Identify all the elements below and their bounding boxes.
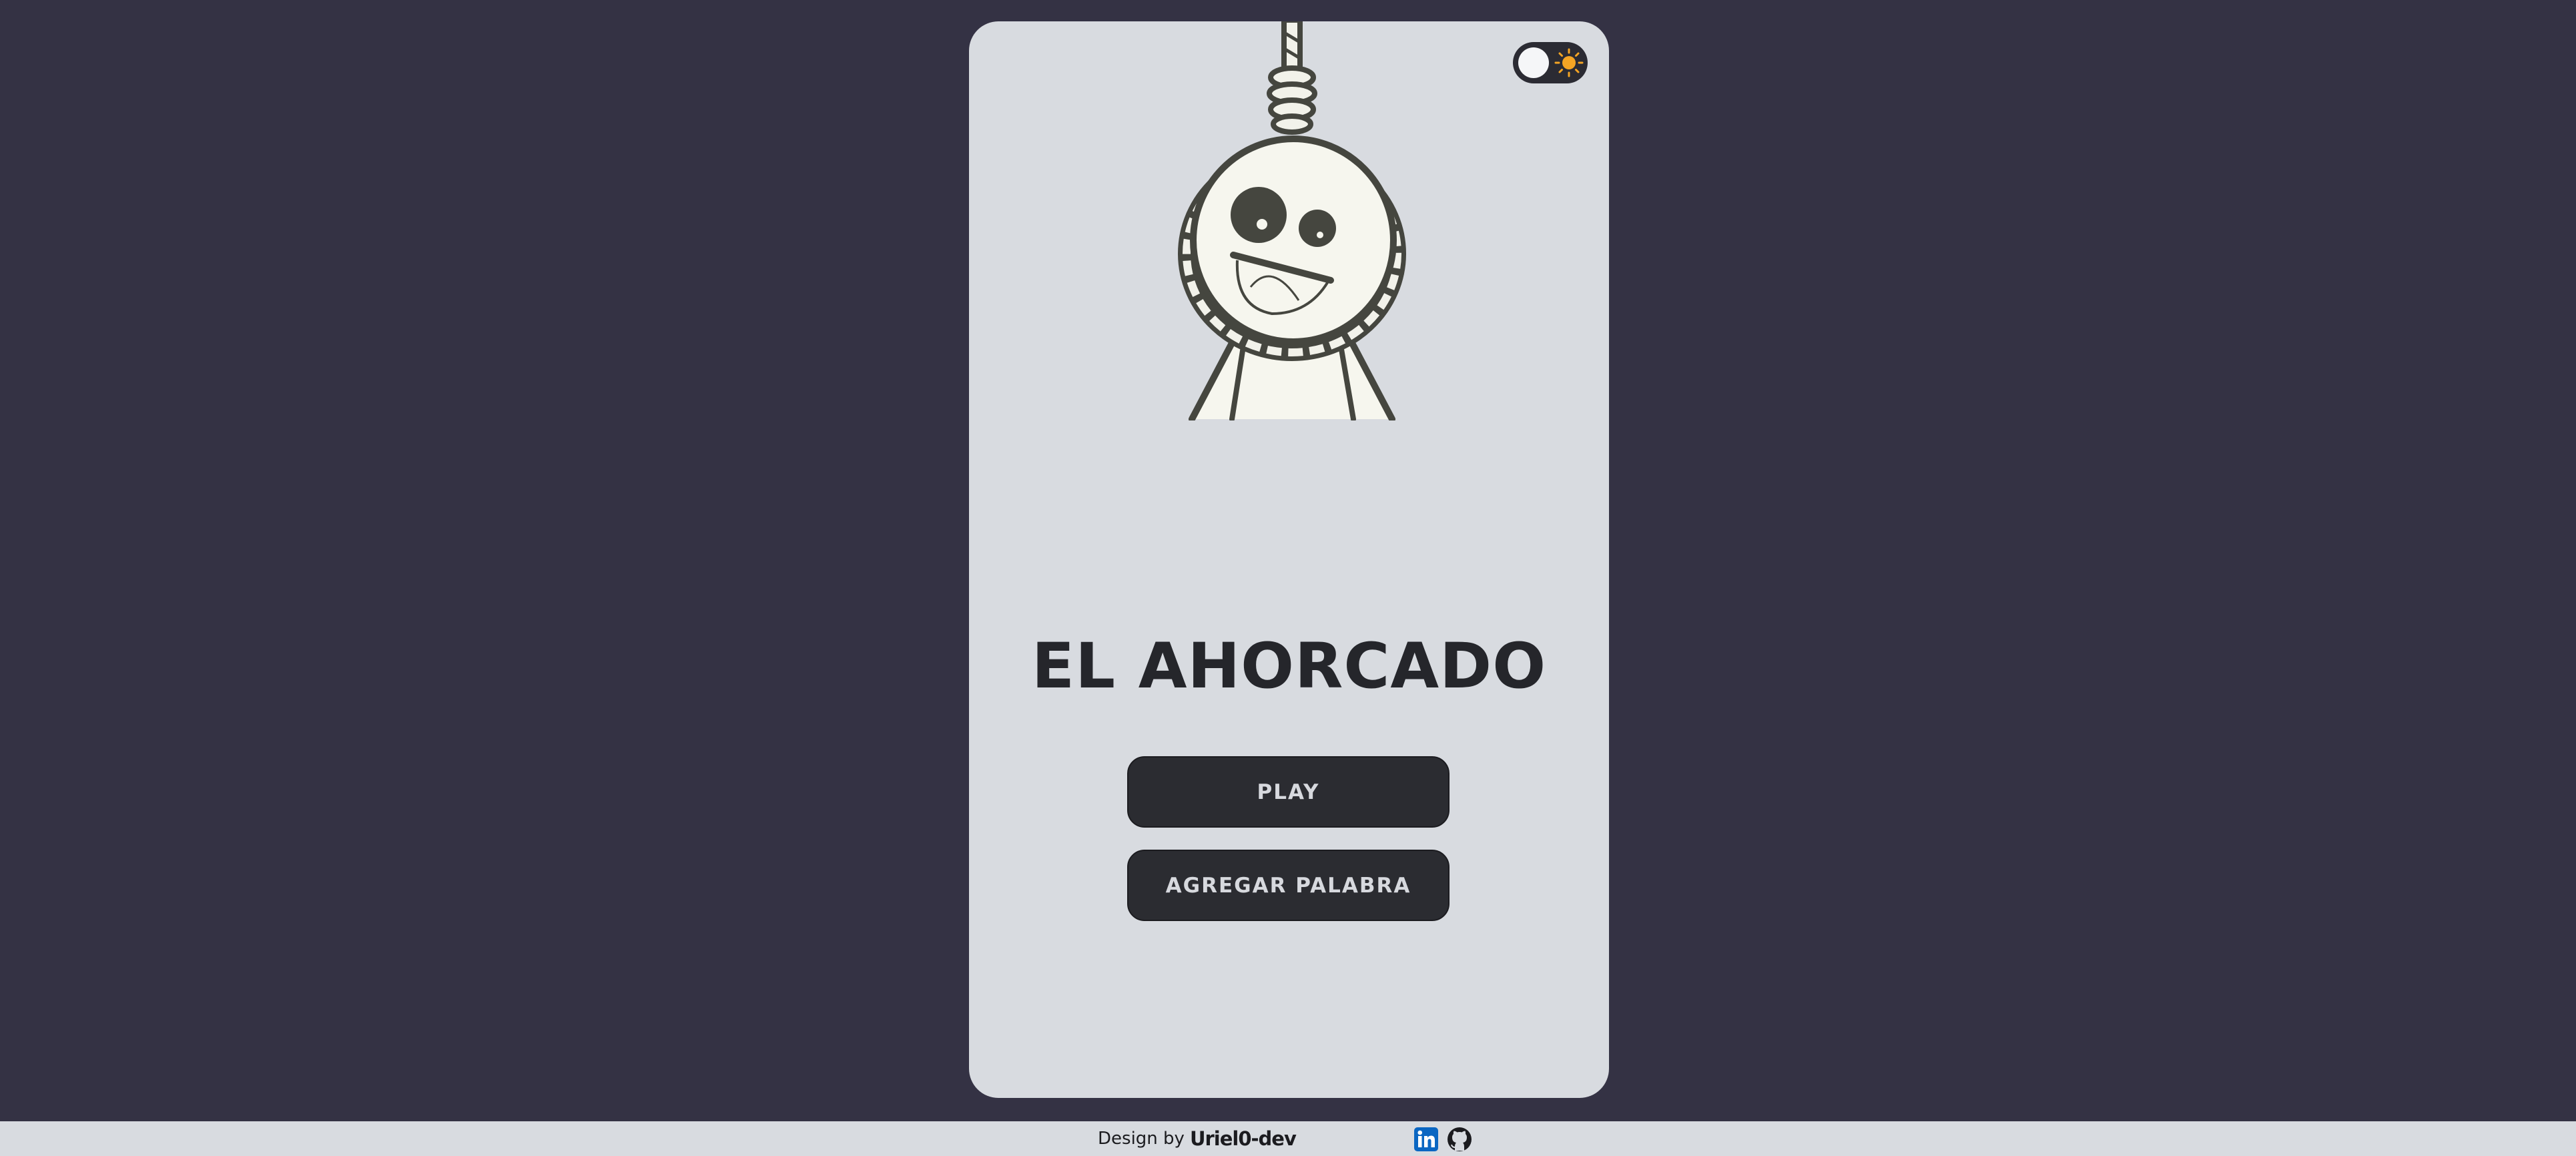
footer: Design by Uriel0-dev — [0, 1121, 2576, 1156]
play-button[interactable]: PLAY — [1127, 756, 1450, 828]
author-link[interactable]: Uriel0-dev — [1190, 1127, 1297, 1150]
game-card: EL AHORCADO PLAY AGREGAR PALABRA — [969, 21, 1609, 1098]
linkedin-icon[interactable] — [1413, 1127, 1439, 1152]
game-title: EL AHORCADO — [1031, 630, 1547, 703]
toggle-knob — [1518, 47, 1549, 78]
add-word-button[interactable]: AGREGAR PALABRA — [1127, 850, 1450, 921]
design-credit: Design by Uriel0-dev — [1098, 1121, 1297, 1156]
sun-icon — [1554, 48, 1584, 77]
page: EL AHORCADO PLAY AGREGAR PALABRA Design … — [0, 0, 2576, 1156]
hanged-man-illustration — [1178, 21, 1406, 420]
credit-prefix: Design by — [1098, 1129, 1185, 1149]
github-icon[interactable] — [1447, 1127, 1472, 1152]
theme-toggle[interactable] — [1513, 42, 1588, 83]
